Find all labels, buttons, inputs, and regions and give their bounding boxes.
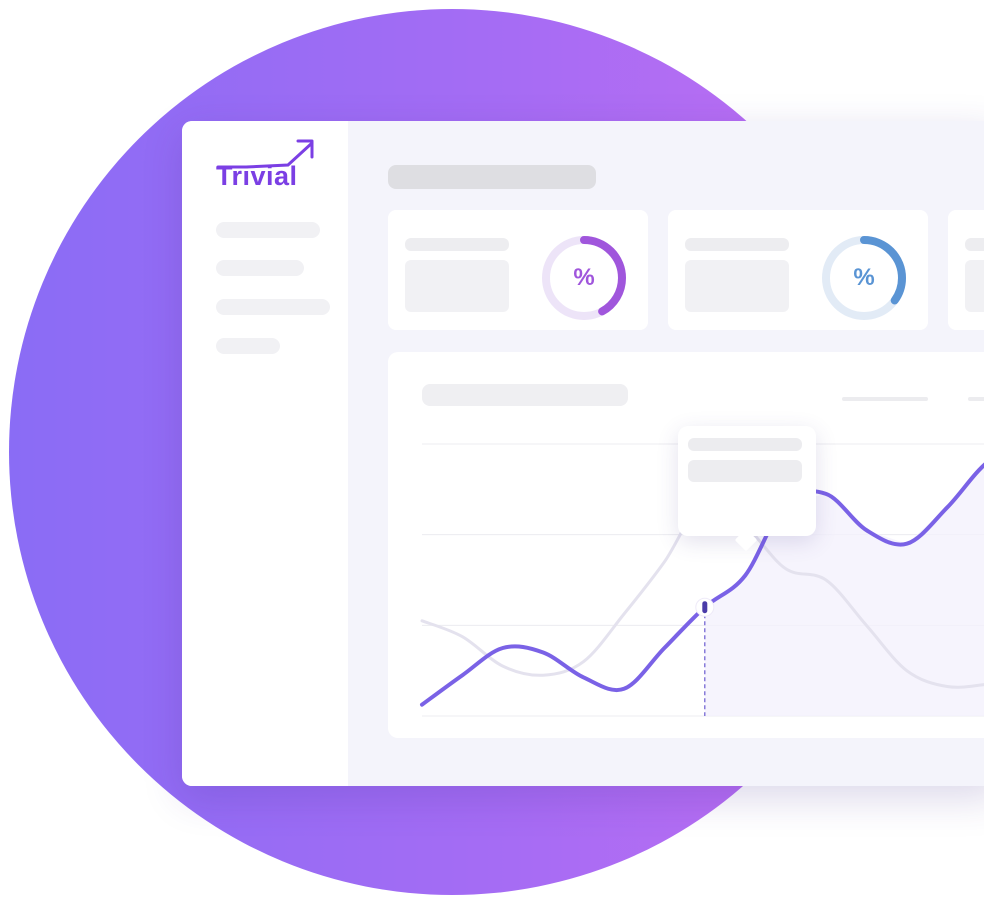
tooltip-value [688,460,802,482]
line-chart [420,443,984,717]
chart-tooltip [678,426,816,536]
percent-donut-chart: % [538,232,630,324]
dashboard-window: Trivial % % [182,121,984,786]
marker-handle [702,601,708,614]
stat-card-value [405,260,509,312]
tooltip-label [688,438,802,451]
percent-icon: % [573,264,595,291]
stat-card-label [685,238,789,251]
stat-card-3[interactable] [948,210,984,330]
stat-card-label [405,238,509,251]
stat-card-value [685,260,789,312]
sidebar-item-3[interactable] [216,299,330,315]
sidebar-item-2[interactable] [216,260,304,276]
percent-icon: % [853,264,875,291]
brand-logo[interactable]: Trivial [216,139,316,195]
stat-card-label [965,238,984,251]
sidebar-item-4[interactable] [216,338,280,354]
page-title-placeholder [388,165,596,189]
line-chart-card [388,352,984,738]
brand-name: Trivial [216,161,298,191]
percent-donut-chart: % [818,232,910,324]
stat-card-1[interactable]: % [388,210,648,330]
sidebar-item-1[interactable] [216,222,320,238]
stat-card-value [965,260,984,312]
stat-card-2[interactable]: % [668,210,928,330]
sidebar: Trivial [182,121,348,786]
